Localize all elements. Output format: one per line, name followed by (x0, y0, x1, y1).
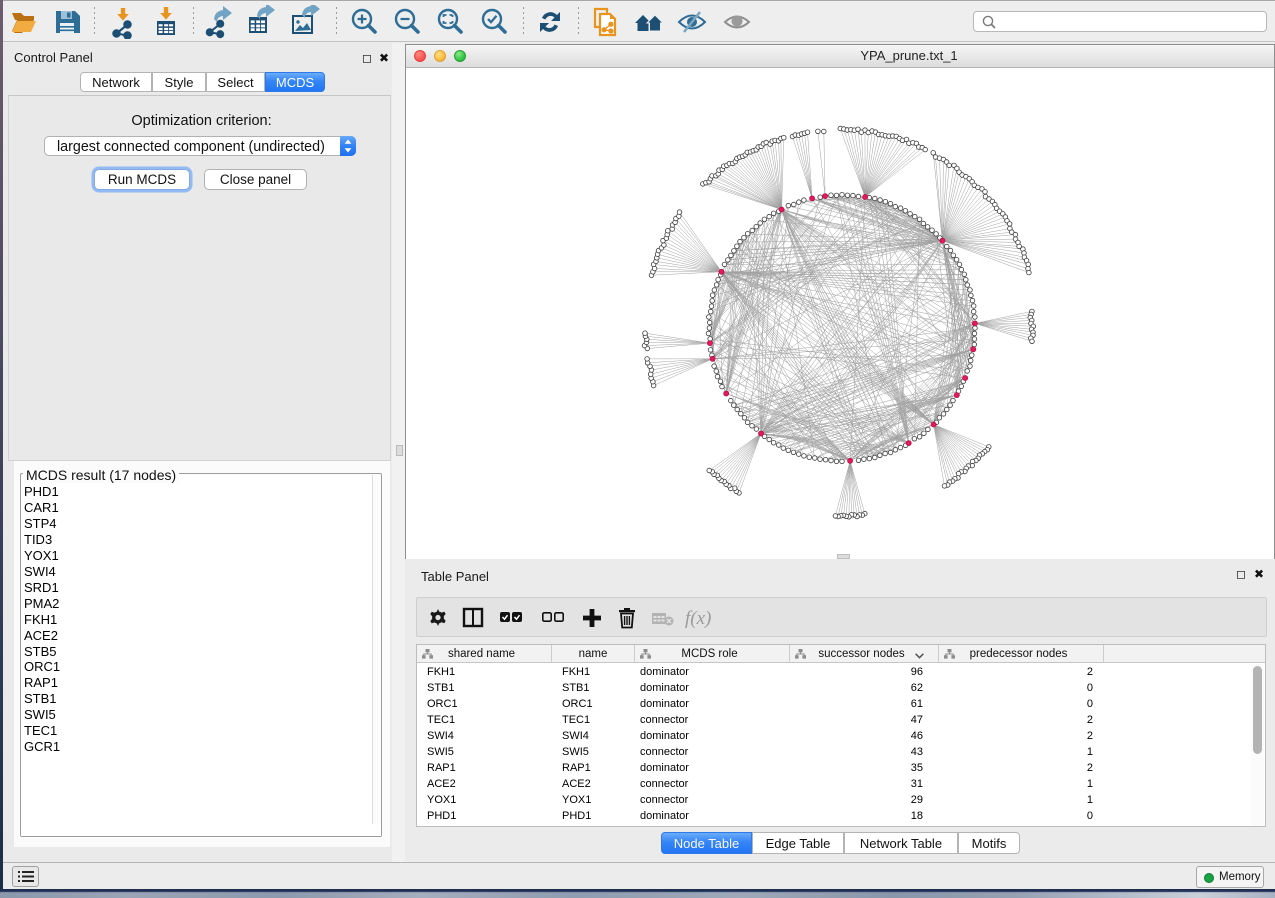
svg-text:f(x): f(x) (685, 608, 711, 629)
